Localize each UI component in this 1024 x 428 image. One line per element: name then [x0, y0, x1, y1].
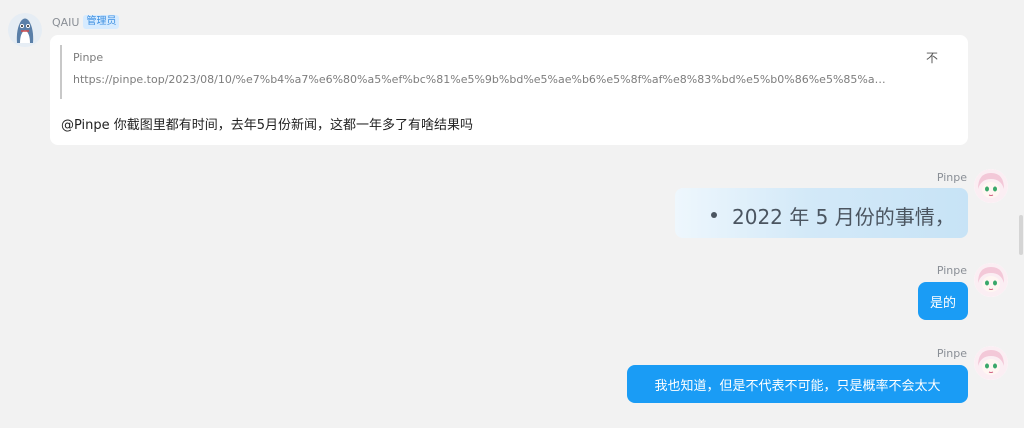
message-bubble[interactable]: 2022 年 5 月份的事情，: [675, 188, 968, 238]
bullet-icon: [711, 212, 717, 218]
message-text: 我也知道，但是不代表不可能，只是概率不会太大: [654, 378, 941, 394]
chat-area: QAIU 管理员 Pinpe https://pinpe.top/2023/08…: [0, 0, 1024, 428]
sender-name[interactable]: Pinpe: [937, 171, 967, 184]
message-text: 2022 年 5 月份的事情，: [732, 205, 955, 229]
sender-name[interactable]: Pinpe: [937, 347, 967, 360]
message-bubble[interactable]: 我也知道，但是不代表不可能，只是概率不会太大: [627, 365, 968, 403]
scrollbar[interactable]: [1019, 215, 1023, 255]
reply-quote[interactable]: Pinpe https://pinpe.top/2023/08/10/%e7%b…: [60, 45, 952, 99]
message-text: @Pinpe 你截图里都有时间，去年5月份新闻，这都一年多了有啥结果吗: [61, 118, 474, 133]
admin-badge: 管理员: [83, 15, 120, 29]
sender-name[interactable]: Pinpe: [937, 264, 967, 277]
message-bubble[interactable]: Pinpe https://pinpe.top/2023/08/10/%e7%b…: [50, 35, 968, 145]
quote-author: Pinpe: [73, 51, 104, 64]
quote-link[interactable]: https://pinpe.top/2023/08/10/%e7%b4%a7%e…: [73, 73, 943, 86]
anime-avatar-icon[interactable]: [974, 169, 1008, 203]
message-text: 是的: [929, 295, 956, 311]
anime-avatar-icon[interactable]: [974, 263, 1008, 297]
message-bubble[interactable]: 是的: [918, 282, 968, 320]
shark-avatar-icon[interactable]: [8, 13, 42, 47]
sender-row: QAIU 管理员: [52, 14, 120, 30]
anime-avatar-icon[interactable]: [974, 346, 1008, 380]
sender-name[interactable]: QAIU: [52, 16, 79, 29]
quote-collapse-button[interactable]: 不: [926, 49, 938, 66]
